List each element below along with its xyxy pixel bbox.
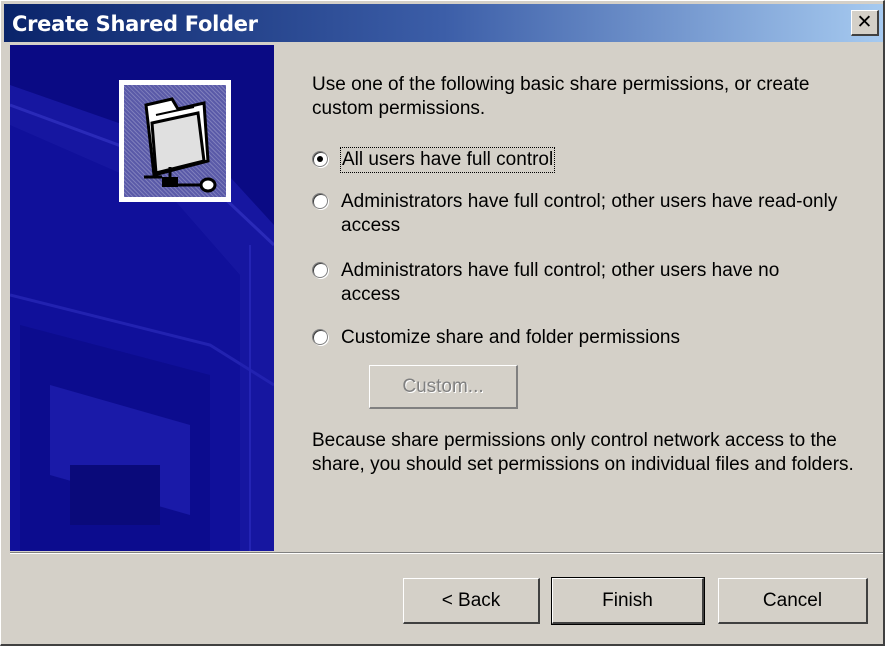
cancel-button[interactable]: Cancel <box>718 578 868 624</box>
option-admins-full-noaccess[interactable]: Administrators have full control; other … <box>312 259 841 307</box>
wizard-side-panel <box>10 45 274 551</box>
title-bar[interactable]: Create Shared Folder ✕ <box>4 4 883 42</box>
option-customize[interactable]: Customize share and folder permissions <box>312 326 841 350</box>
option-label: Administrators have full control; other … <box>341 260 780 305</box>
close-icon: ✕ <box>856 11 873 33</box>
option-all-users-full[interactable]: All users have full control <box>312 147 556 173</box>
radio-button[interactable] <box>312 193 328 209</box>
shared-folder-icon <box>119 80 231 202</box>
note-text: Because share permissions only control n… <box>312 430 854 475</box>
option-label: Customize share and folder permissions <box>341 327 680 348</box>
divider <box>10 552 883 554</box>
back-button[interactable]: < Back <box>403 578 540 624</box>
option-admins-full-readonly[interactable]: Administrators have full control; other … <box>312 190 841 238</box>
radio-button[interactable] <box>312 329 328 345</box>
custom-button[interactable]: Custom... <box>369 365 518 409</box>
radio-button[interactable] <box>312 262 328 278</box>
option-label: Administrators have full control; other … <box>341 191 838 236</box>
radio-button[interactable] <box>312 151 328 167</box>
window-title: Create Shared Folder <box>12 12 258 36</box>
dialog-window: Create Shared Folder ✕ Use one of the fo… <box>0 0 885 646</box>
folder-network-glyph <box>144 97 217 193</box>
wizard-content: Use one of the following basic share per… <box>274 45 885 551</box>
option-label: All users have full control <box>339 147 556 173</box>
intro-text: Use one of the following basic share per… <box>312 74 810 119</box>
finish-button[interactable]: Finish <box>551 577 705 625</box>
close-button[interactable]: ✕ <box>851 10 879 36</box>
